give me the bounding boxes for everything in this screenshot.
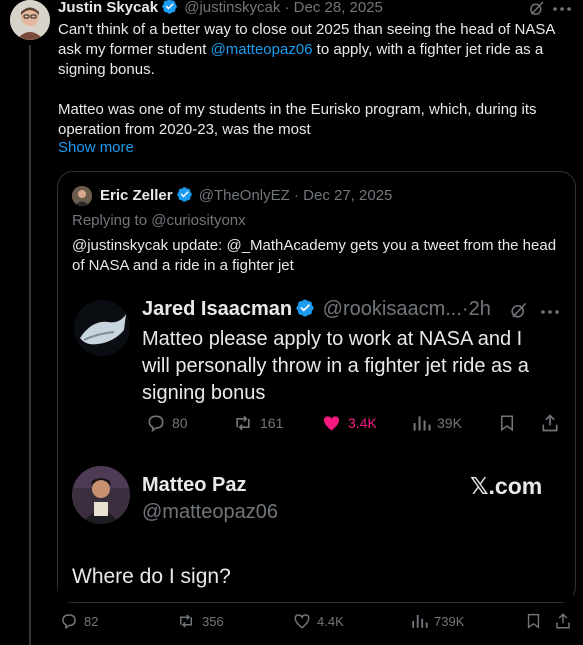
show-more-link[interactable]: Show more <box>58 139 134 156</box>
more-icon <box>540 305 560 324</box>
jared-name: Jared Isaacman <box>142 298 293 320</box>
share-icon <box>540 413 566 433</box>
verified-badge-icon <box>176 186 193 207</box>
views-icon <box>413 416 431 431</box>
grok-icon[interactable] <box>528 0 545 22</box>
quote-text: @justinskycak update: @_MathAcademy gets… <box>72 237 557 274</box>
repost-count: 356 <box>202 613 224 629</box>
matteo-text: Where do I sign? <box>72 565 231 588</box>
like-icon <box>324 416 339 431</box>
quote-author-name[interactable]: Eric Zeller <box>100 187 173 204</box>
avatar-matteo <box>72 466 130 524</box>
dot-separator: · <box>461 298 469 320</box>
verified-badge-icon <box>161 0 178 19</box>
jared-text: Matteo please apply to work at NASA and … <box>142 328 529 404</box>
reply-icon <box>62 614 76 630</box>
avatar-jared <box>74 300 130 356</box>
repost-button[interactable]: 356 <box>176 612 224 630</box>
tweet-paragraph-1: Can't think of a better way to close out… <box>58 21 555 78</box>
views-count: 739K <box>434 613 465 629</box>
reply-count: 82 <box>84 613 99 629</box>
jared-views-count: 39K <box>411 413 462 433</box>
quote-header: Eric Zeller @TheOnlyEZ · Dec 27, 2025 <box>100 186 392 207</box>
replying-to: Replying to @curiosityonx <box>72 212 246 229</box>
reply-icon <box>148 415 164 433</box>
jared-header: Jared Isaacman @rookisaacm...·2h <box>142 298 491 324</box>
thread-line <box>29 45 31 645</box>
dot-separator: · <box>284 0 290 16</box>
author-name[interactable]: Justin Skycak <box>58 0 158 16</box>
jared-handle: @rookisaacm... <box>322 298 462 320</box>
share-button[interactable] <box>554 612 578 630</box>
grok-icon <box>509 301 528 325</box>
avatar-eric[interactable] <box>72 186 92 206</box>
tweet-date[interactable]: Dec 28, 2025 <box>294 0 383 16</box>
verified-badge-icon <box>295 298 315 324</box>
repost-icon <box>180 614 192 628</box>
like-icon <box>294 614 310 629</box>
views-icon <box>412 615 428 628</box>
bookmark-icon <box>498 413 522 433</box>
views-button[interactable]: 739K <box>410 612 464 630</box>
matteo-name: Matteo Paz <box>142 474 247 496</box>
author-handle[interactable]: @justinskycak <box>184 0 280 16</box>
quote-date: Dec 27, 2025 <box>303 187 393 204</box>
jared-like-count: 3.4K <box>321 413 377 433</box>
more-icon[interactable] <box>552 2 572 21</box>
like-count: 4.4K <box>317 613 344 629</box>
x-logo-brand: 𝕏.com <box>470 473 543 499</box>
dot-separator: · <box>293 187 299 204</box>
jared-reply-count: 80 <box>146 413 188 433</box>
tweet-paragraph-2: Matteo was one of my students in the Eur… <box>58 101 537 138</box>
quote-author-handle: @TheOnlyEZ <box>198 187 290 204</box>
share-icon <box>556 613 570 629</box>
repost-icon <box>236 415 250 431</box>
bookmark-icon <box>527 613 540 629</box>
matteo-handle: @matteopaz06 <box>142 501 278 523</box>
jared-repost-count: 161 <box>232 413 283 433</box>
avatar-justin[interactable] <box>10 0 50 40</box>
jared-time: 2h <box>468 298 491 320</box>
tweet-header: Justin Skycak @justinskycak · Dec 28, 20… <box>58 0 383 19</box>
bookmark-button[interactable] <box>525 612 548 630</box>
like-button[interactable]: 4.4K <box>293 612 344 630</box>
tweet-text: Can't think of a better way to close out… <box>58 20 578 160</box>
mention-link[interactable]: @matteopaz06 <box>211 41 313 58</box>
reply-button[interactable]: 82 <box>60 612 98 630</box>
